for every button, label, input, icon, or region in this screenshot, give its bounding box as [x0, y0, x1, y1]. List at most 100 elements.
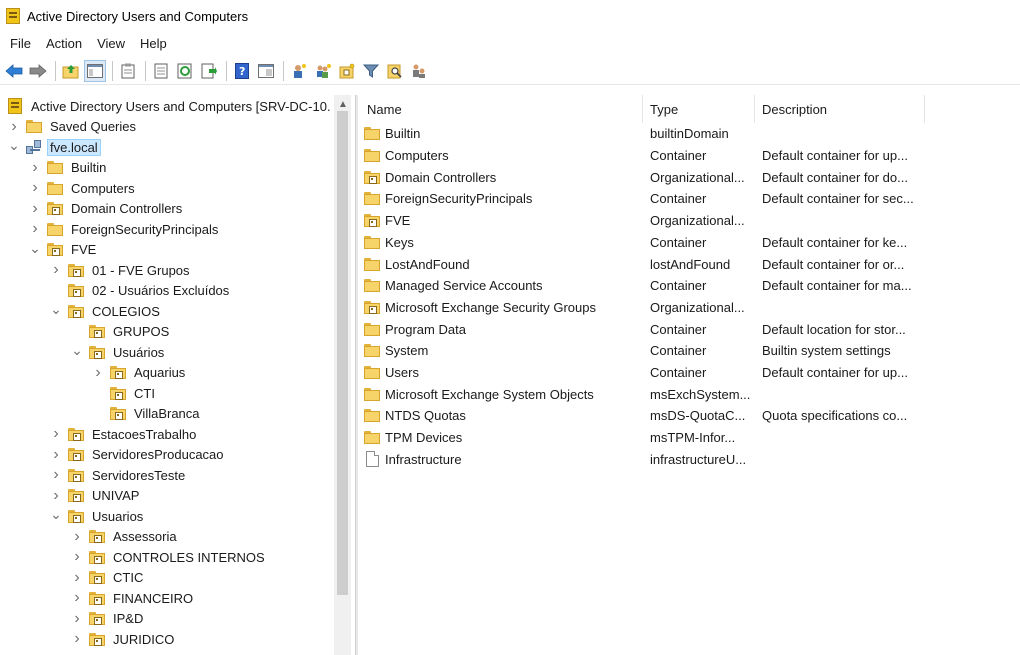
tree-node-ip-d[interactable]: › IP&D — [71, 609, 146, 629]
tree-node-fve[interactable]: ⌄ FVE — [29, 240, 99, 260]
cell-description — [762, 123, 922, 145]
tree-node-usu-rios[interactable]: ⌄ Usuários — [71, 342, 167, 362]
add-group-icon[interactable] — [312, 60, 334, 82]
tree-node-servidoresproducacao[interactable]: › ServidoresProducacao — [50, 445, 227, 465]
show-tree-icon[interactable] — [84, 59, 106, 82]
list-row-users[interactable]: Users Container Default container for up..… — [360, 362, 1020, 384]
list-row-foreignsecurityprincipals[interactable]: ForeignSecurityPrincipals Container Defaul… — [360, 188, 1020, 210]
up-folder-icon[interactable] — [60, 60, 82, 82]
chevron-down-icon[interactable]: ⌄ — [8, 137, 20, 157]
refresh-icon[interactable] — [174, 60, 196, 82]
tree-node-ctic[interactable]: › CTIC — [71, 568, 146, 588]
tree-scrollbar[interactable]: ▲ — [334, 95, 351, 655]
chevron-right-icon[interactable]: › — [71, 568, 83, 588]
chevron-right-icon[interactable]: › — [50, 486, 62, 506]
list-row-program-data[interactable]: Program Data Container Default location fo… — [360, 318, 1020, 340]
tree-node-builtin[interactable]: › Builtin — [29, 158, 109, 178]
list-row-fve[interactable]: FVE Organizational... — [360, 210, 1020, 232]
tree-node-computers[interactable]: › Computers — [29, 178, 138, 198]
tree-node-02-usu-rios-exclu-dos[interactable]: 02 - Usuários Excluídos — [50, 281, 232, 301]
menu-file[interactable]: File — [4, 36, 37, 51]
toolbar-separator — [112, 60, 113, 81]
list-row-ntds-quotas[interactable]: NTDS Quotas msDS-QuotaC... Quota specifica… — [360, 405, 1020, 427]
tree-node-juridico[interactable]: › JURIDICO — [71, 629, 177, 649]
tree-node-foreignsecurityprincipals[interactable]: › ForeignSecurityPrincipals — [29, 219, 221, 239]
clipboard-icon[interactable] — [117, 60, 139, 82]
tree-node-servidoresteste[interactable]: › ServidoresTeste — [50, 465, 188, 485]
tree-node-usuarios[interactable]: ⌄ Usuarios — [50, 506, 146, 526]
list-row-microsoft-exchange-system-objects[interactable]: Microsoft Exchange System Objects msExchS… — [360, 383, 1020, 405]
chevron-down-icon[interactable]: ⌄ — [50, 301, 62, 321]
forward-arrow-icon[interactable] — [27, 60, 49, 82]
menu-action[interactable]: Action — [40, 36, 88, 51]
column-header-type[interactable]: Type — [643, 95, 755, 123]
list-row-microsoft-exchange-security-groups[interactable]: Microsoft Exchange Security Groups Organi… — [360, 297, 1020, 319]
chevron-right-icon[interactable]: › — [71, 629, 83, 649]
chevron-right-icon[interactable]: › — [92, 363, 104, 383]
tree-node-univap[interactable]: › UNIVAP — [50, 486, 142, 506]
chevron-right-icon[interactable]: › — [29, 158, 41, 178]
chevron-right-icon[interactable]: › — [8, 117, 20, 137]
tree-root[interactable]: Active Directory Users and Computers [SR… — [8, 96, 334, 116]
delegate-icon[interactable] — [408, 60, 430, 82]
tree-node-01-fve-grupos[interactable]: › 01 - FVE Grupos — [50, 260, 193, 280]
find-icon[interactable] — [384, 60, 406, 82]
list-row-keys[interactable]: Keys Container Default container for ke... — [360, 232, 1020, 254]
menu-help[interactable]: Help — [134, 36, 173, 51]
chevron-right-icon[interactable]: › — [29, 199, 41, 219]
list-row-lostandfound[interactable]: LostAndFound lostAndFound Default containe… — [360, 253, 1020, 275]
console-icon[interactable] — [255, 60, 277, 82]
chevron-down-icon[interactable]: ⌄ — [71, 342, 83, 362]
list-row-infrastructure[interactable]: Infrastructure infrastructureU... — [360, 449, 1020, 471]
tree-node-estacoestrabalho[interactable]: › EstacoesTrabalho — [50, 424, 199, 444]
tree-node-colegios[interactable]: ⌄ COLEGIOS — [50, 301, 163, 321]
tree-node-assessoria[interactable]: › Assessoria — [71, 527, 180, 547]
pane-splitter[interactable] — [355, 95, 358, 655]
chevron-right-icon[interactable]: › — [50, 260, 62, 280]
scroll-thumb[interactable] — [337, 111, 348, 595]
back-arrow-icon[interactable] — [3, 60, 25, 82]
organizational-unit-icon — [364, 170, 380, 184]
tree-node-saved-queries[interactable]: › Saved Queries — [8, 117, 139, 137]
chevron-right-icon[interactable]: › — [71, 547, 83, 567]
chevron-right-icon[interactable]: › — [50, 465, 62, 485]
tree-node-controles-internos[interactable]: › CONTROLES INTERNOS — [71, 547, 268, 567]
tree-node-villabranca[interactable]: VillaBranca — [92, 404, 203, 424]
export-list-icon[interactable] — [198, 60, 220, 82]
console-tree[interactable]: Active Directory Users and Computers [SR… — [4, 95, 351, 655]
tree-node-aquarius[interactable]: › Aquarius — [92, 363, 188, 383]
list-row-domain-controllers[interactable]: Domain Controllers Organizational... Defau… — [360, 166, 1020, 188]
chevron-right-icon[interactable]: › — [50, 424, 62, 444]
chevron-down-icon[interactable]: ⌄ — [29, 240, 41, 260]
list-row-system[interactable]: System Container Builtin system settings — [360, 340, 1020, 362]
add-ou-icon[interactable] — [336, 60, 358, 82]
tree-node-domain-controllers[interactable]: › Domain Controllers — [29, 199, 185, 219]
properties-icon[interactable] — [150, 60, 172, 82]
tree-node-fve-local[interactable]: ⌄ fve.local — [8, 137, 101, 157]
tree-node-label: Usuarios — [92, 508, 144, 524]
chevron-right-icon[interactable]: › — [29, 178, 41, 198]
list-row-builtin[interactable]: Builtin builtinDomain — [360, 123, 1020, 145]
tree-node-grupos[interactable]: GRUPOS — [71, 322, 172, 342]
list-row-computers[interactable]: Computers Container Default container for … — [360, 145, 1020, 167]
chevron-right-icon[interactable]: › — [71, 527, 83, 547]
help-icon[interactable]: ? — [231, 60, 253, 82]
cell-description: Default container for or... — [762, 256, 905, 272]
chevron-right-icon[interactable]: › — [71, 609, 83, 629]
column-header-description[interactable]: Description — [755, 95, 925, 123]
list-row-managed-service-accounts[interactable]: Managed Service Accounts Container Default… — [360, 275, 1020, 297]
chevron-right-icon[interactable]: › — [50, 445, 62, 465]
chevron-down-icon[interactable]: ⌄ — [50, 506, 62, 526]
chevron-right-icon[interactable]: › — [71, 588, 83, 608]
cell-name-text: Microsoft Exchange Security Groups — [385, 299, 596, 315]
add-user-icon[interactable] — [288, 60, 310, 82]
menu-view[interactable]: View — [91, 36, 131, 51]
scroll-up-icon[interactable]: ▲ — [338, 99, 348, 110]
tree-node-cti[interactable]: CTI — [92, 383, 158, 403]
svg-text:?: ? — [239, 65, 245, 78]
column-header-name[interactable]: Name — [360, 95, 643, 123]
chevron-right-icon[interactable]: › — [29, 219, 41, 239]
list-row-tpm-devices[interactable]: TPM Devices msTPM-Infor... — [360, 427, 1020, 449]
filter-icon[interactable] — [360, 60, 382, 82]
tree-node-financeiro[interactable]: › FINANCEIRO — [71, 588, 196, 608]
